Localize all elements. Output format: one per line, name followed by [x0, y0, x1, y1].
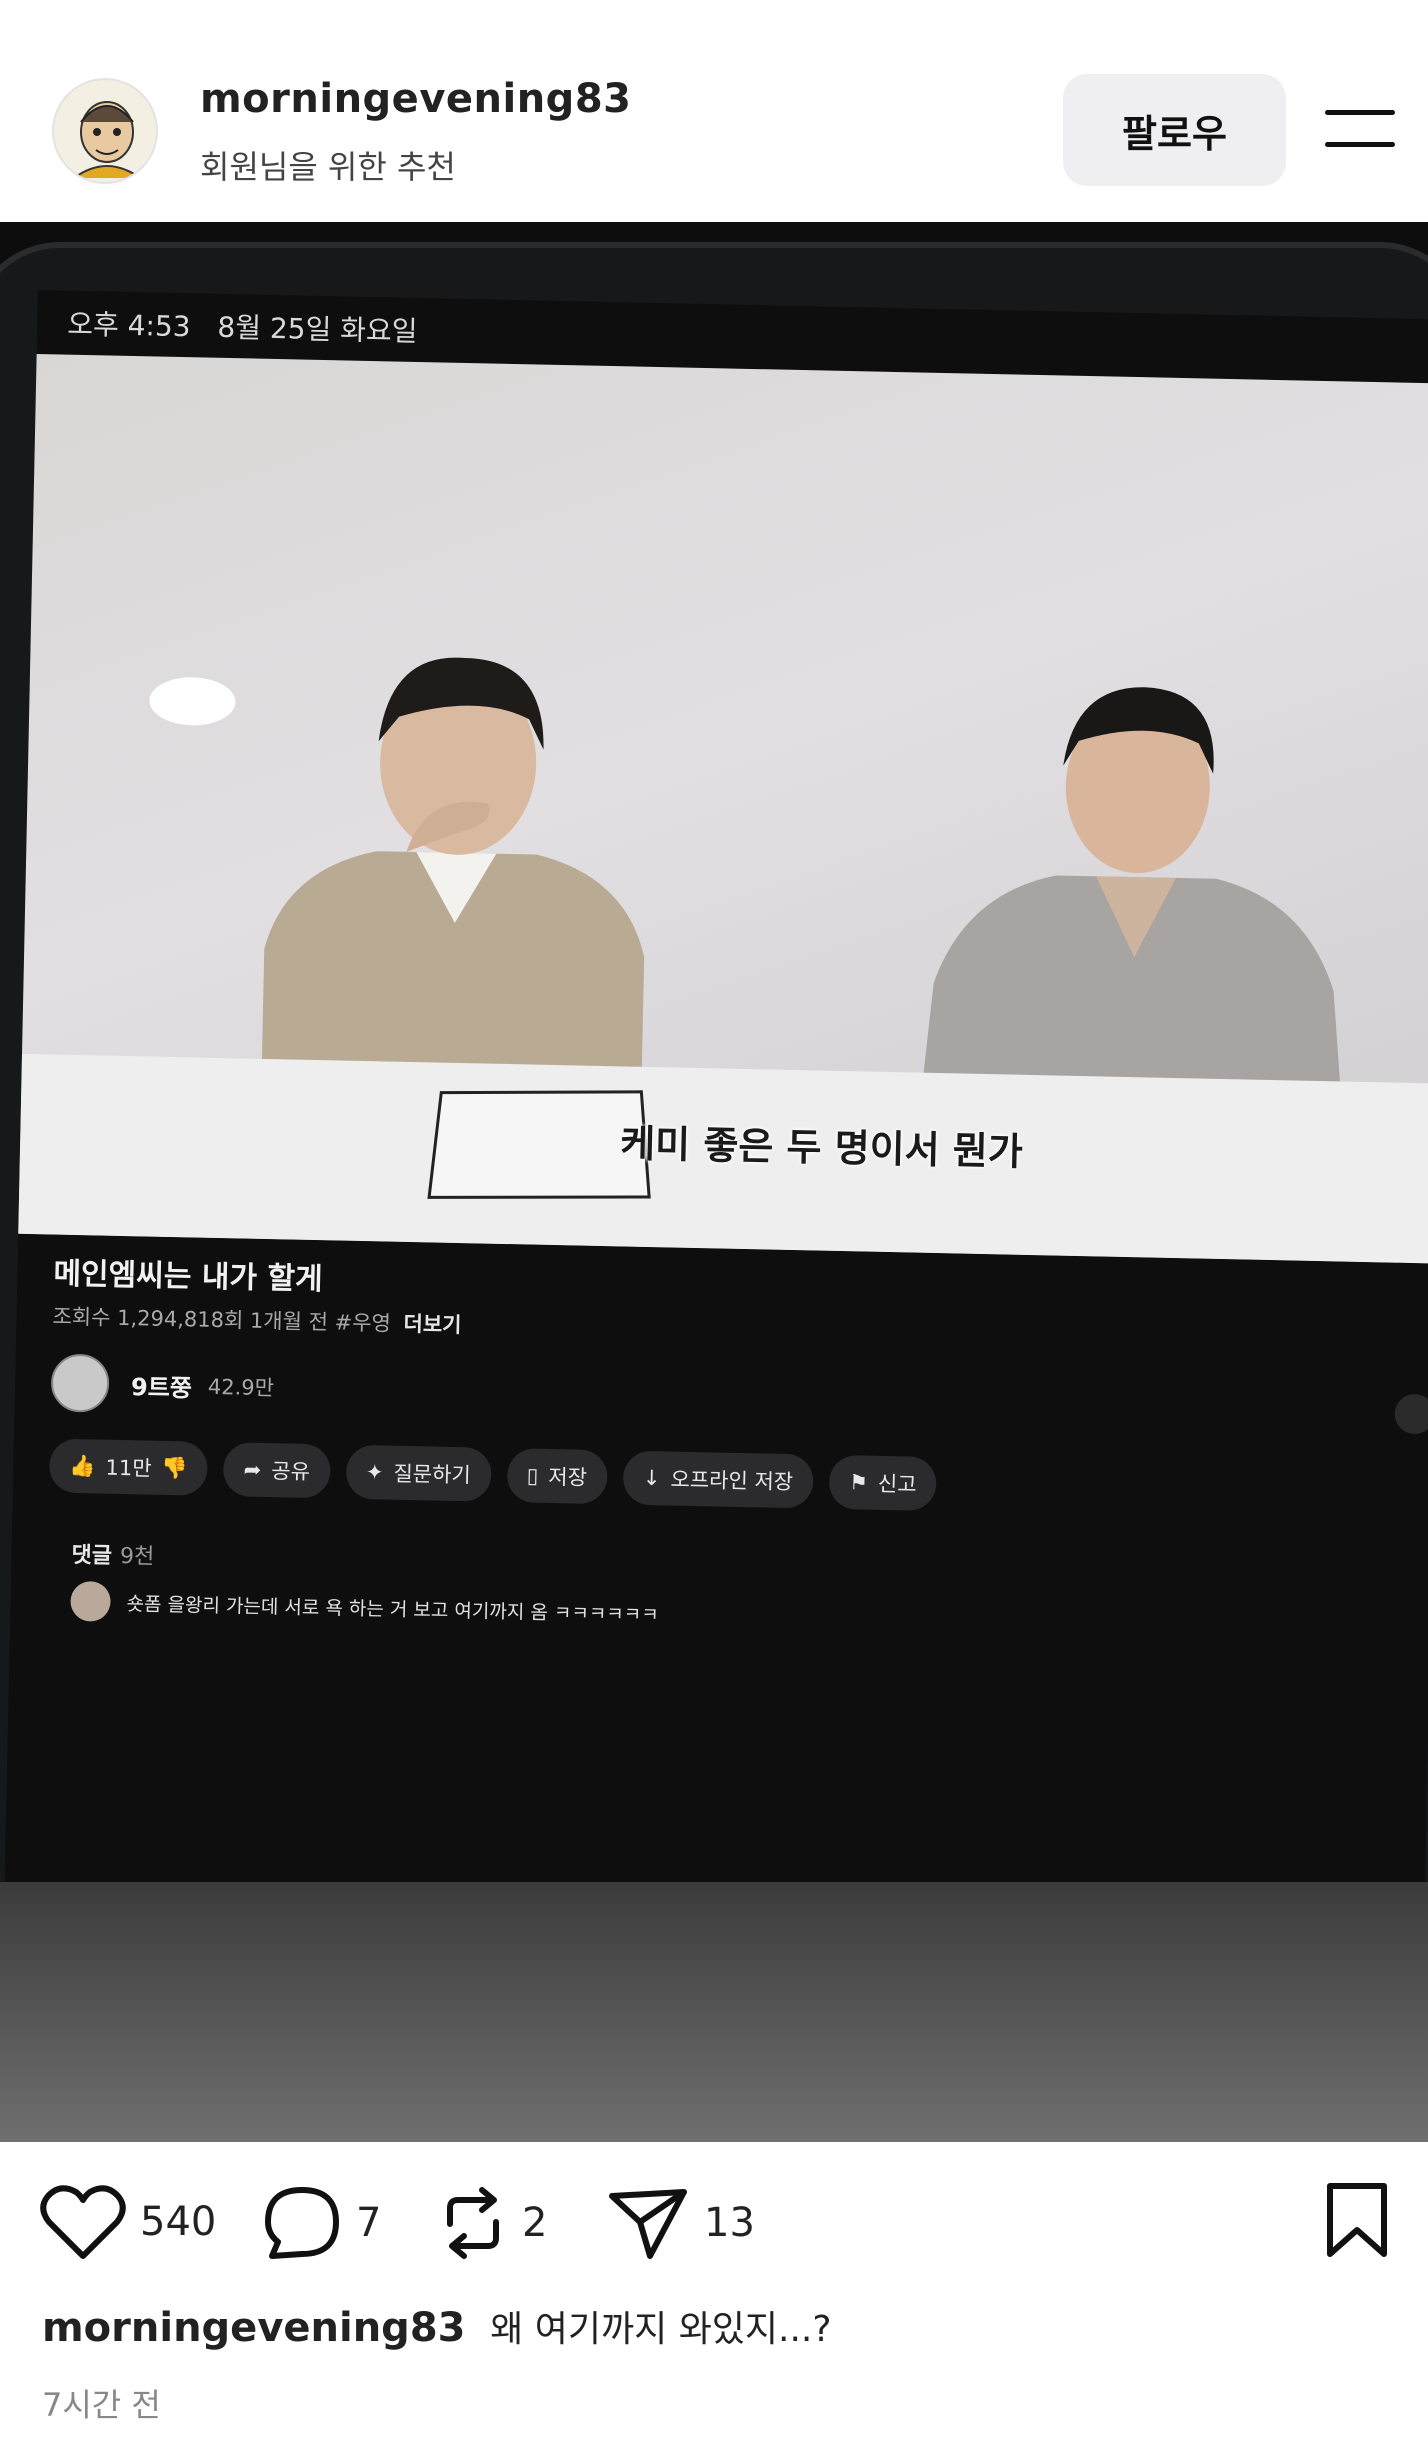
- ask-chip: ✦ 질문하기: [345, 1444, 492, 1502]
- tablet-screen: 오후 4:53 8월 25일 화요일 케미 좋은 두 명이서 뭔가 메인엠씨는 …: [4, 290, 1428, 1940]
- share-button[interactable]: 13: [606, 2184, 755, 2262]
- bell-icon: [1394, 1393, 1428, 1435]
- download-chip-label: 오프라인 저장: [670, 1467, 794, 1495]
- status-time: 오후 4:53: [66, 307, 191, 344]
- channel-row: 9트쭝 42.9만: [50, 1353, 274, 1418]
- like-count-chip: 11만: [105, 1455, 152, 1481]
- send-icon: [609, 2189, 687, 2259]
- ask-chip-label: 질문하기: [393, 1461, 472, 1488]
- video-action-chips: 👍 11만 👎 ➦ 공유 ✦ 질문하기 ▯ 저장 ↓ 오프라인 저장 ⚑ 신고: [48, 1438, 938, 1512]
- sparkle-icon: ✦: [365, 1460, 384, 1485]
- caption-username[interactable]: morningevening83: [42, 2305, 465, 2351]
- repost-count: 2: [522, 2200, 548, 2246]
- report-chip: ⚑ 신고: [828, 1454, 938, 1512]
- post-header: morningevening83 회원님을 위한 추천 팔로우: [0, 0, 1428, 222]
- like-chip: 👍 11만 👎: [48, 1438, 209, 1496]
- report-chip-label: 신고: [877, 1471, 917, 1497]
- follow-button[interactable]: 팔로우: [1063, 74, 1286, 186]
- download-icon: ↓: [642, 1465, 661, 1491]
- share-arrow-icon: ➦: [243, 1457, 262, 1482]
- channel-name: 9트쭝: [130, 1372, 193, 1402]
- post-caption: morningevening83 왜 여기까지 와있지...?: [42, 2300, 832, 2352]
- profile-avatar[interactable]: [52, 78, 158, 184]
- bookmark-icon: ▯: [526, 1463, 539, 1488]
- top-comment: 숏폼 을왕리 가는데 서로 욕 하는 거 보고 여기까지 옴 ㅋㅋㅋㅋㅋㅋ: [70, 1580, 659, 1633]
- thumbs-up-icon: 👍: [69, 1453, 96, 1478]
- bookmark-icon: [1327, 2183, 1387, 2257]
- repost-button[interactable]: 2: [438, 2184, 547, 2262]
- caption-text: 왜 여기까지 와있지...?: [490, 2309, 832, 2350]
- like-count: 540: [140, 2199, 217, 2245]
- status-date: 8월 25일 화요일: [217, 310, 418, 348]
- share-chip-label: 공유: [271, 1459, 311, 1484]
- channel-avatar: [50, 1353, 110, 1413]
- post-timestamp: 7시간 전: [42, 2386, 161, 2424]
- save-chip: ▯ 저장: [506, 1448, 608, 1505]
- engagement-bar: 540 7 2 13: [0, 2142, 1428, 2302]
- heart-icon: [40, 2185, 126, 2259]
- tablet-status-bar: 오후 4:53 8월 25일 화요일: [67, 303, 436, 351]
- desk-surface: [0, 1882, 1428, 2142]
- post-photo[interactable]: 오후 4:53 8월 25일 화요일 케미 좋은 두 명이서 뭔가 메인엠씨는 …: [0, 222, 1428, 2142]
- header-subtitle: 회원님을 위한 추천: [200, 148, 456, 186]
- comment-bubble-icon: [265, 2187, 339, 2259]
- thumbs-down-icon: 👎: [161, 1455, 188, 1480]
- comments-count: 9천: [119, 1543, 155, 1570]
- commenter-avatar: [70, 1580, 111, 1622]
- share-chip: ➦ 공유: [223, 1442, 331, 1499]
- download-chip: ↓ 오프라인 저장: [622, 1450, 814, 1509]
- video-player: 케미 좋은 두 명이서 뭔가: [18, 353, 1428, 1264]
- ceiling-light: [148, 676, 236, 727]
- save-chip-label: 저장: [548, 1464, 588, 1490]
- video-meta-text: 조회수 1,294,818회 1개월 전 #우영: [52, 1304, 392, 1336]
- channel-subs: 42.9만: [207, 1374, 275, 1401]
- video-caption: 케미 좋은 두 명이서 뭔가: [619, 1121, 1024, 1174]
- flag-icon: ⚑: [848, 1470, 869, 1495]
- person-left: [261, 657, 645, 1087]
- comment-button[interactable]: 7: [262, 2184, 381, 2262]
- more-link: 더보기: [403, 1311, 462, 1338]
- comments-header: 댓글 9천: [71, 1537, 154, 1571]
- comment-count: 7: [356, 2200, 382, 2246]
- share-count: 13: [704, 2200, 755, 2246]
- top-comment-text: 숏폼 을왕리 가는데 서로 욕 하는 거 보고 여기까지 옴 ㅋㅋㅋㅋㅋㅋ: [126, 1592, 659, 1626]
- header-username[interactable]: morningevening83: [200, 76, 631, 122]
- video-meta: 조회수 1,294,818회 1개월 전 #우영 더보기: [52, 1301, 462, 1340]
- repost-icon: [447, 2187, 499, 2259]
- comments-label: 댓글: [71, 1542, 113, 1569]
- person-right: [921, 687, 1342, 1102]
- save-button[interactable]: [1322, 2182, 1392, 2262]
- video-title: 메인엠씨는 내가 할게: [53, 1256, 323, 1298]
- menu-icon[interactable]: [1325, 110, 1399, 150]
- like-button[interactable]: 540: [40, 2184, 216, 2260]
